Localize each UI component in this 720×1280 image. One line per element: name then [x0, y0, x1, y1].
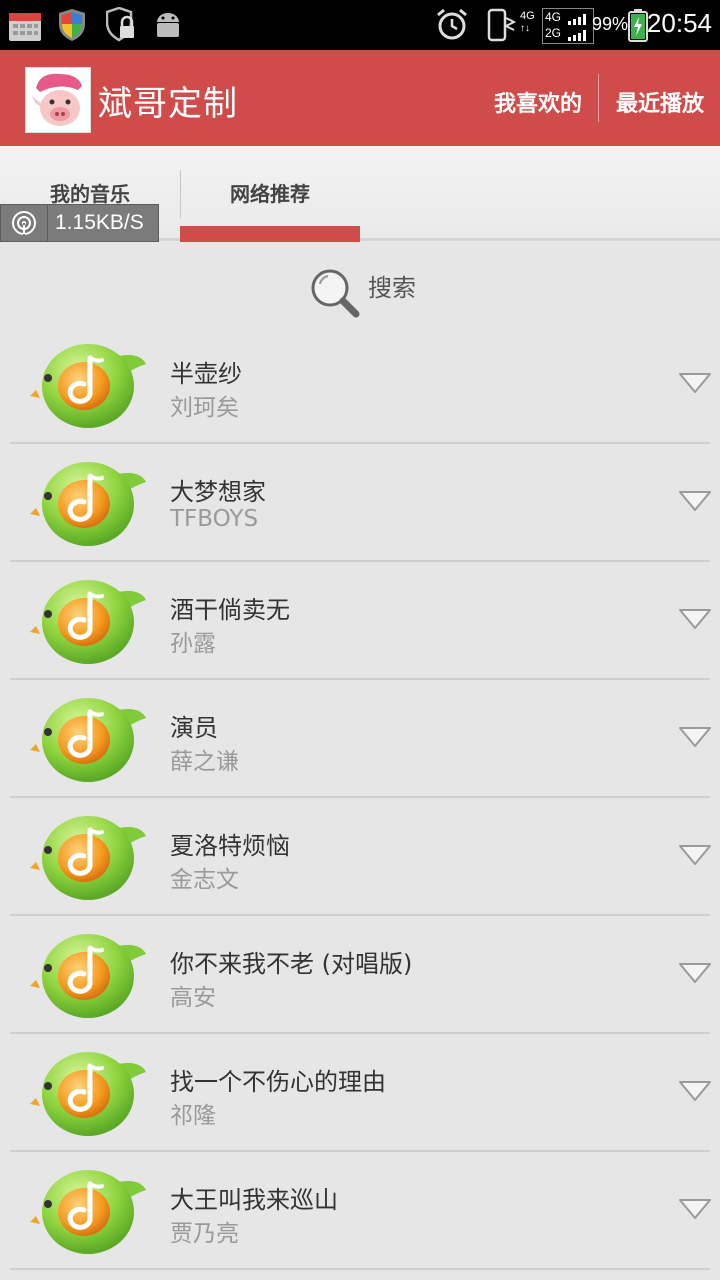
- appbar-divider: [598, 74, 599, 122]
- song-artist: 贾乃亮: [170, 1221, 239, 1247]
- app-title: 斌哥定制: [98, 84, 238, 124]
- song-title: 找一个不伤心的理由: [170, 1068, 386, 1096]
- song-artist: 刘珂矣: [170, 395, 239, 421]
- chevron-down-icon[interactable]: [678, 1198, 712, 1222]
- search-button[interactable]: 搜索: [308, 266, 428, 322]
- search-icon: [311, 269, 360, 318]
- signal-bars-icon: [568, 14, 586, 41]
- song-artist: 孙露: [170, 631, 216, 657]
- clock: 20:54: [646, 8, 712, 38]
- shield-icon: [59, 9, 85, 41]
- chevron-down-icon[interactable]: [678, 608, 712, 632]
- alarm-icon: [437, 8, 467, 40]
- active-tab-indicator: [180, 226, 360, 242]
- song-row[interactable]: 半壶纱 刘珂矣: [0, 326, 720, 444]
- music-bird-icon: [30, 934, 146, 1018]
- music-bird-icon: [30, 344, 146, 428]
- app-bar: 斌哥定制 我喜欢的 最近播放: [0, 50, 720, 146]
- speed-icon-container: [1, 205, 48, 241]
- song-row[interactable]: 大王叫我来巡山 贾乃亮: [0, 1152, 720, 1270]
- song-row[interactable]: 你不来我不老 (对唱版) 高安: [0, 916, 720, 1034]
- network-type-label: 4G ↑↓: [520, 10, 535, 34]
- song-list: 半壶纱 刘珂矣 大梦想家 TFBOYS 酒干倘卖无 孙露 演员 薛之谦 夏洛特烦…: [0, 326, 720, 1270]
- song-title: 半壶纱: [170, 360, 242, 388]
- song-title: 你不来我不老 (对唱版): [170, 950, 413, 978]
- search-label: 搜索: [368, 274, 416, 302]
- song-artist: 薛之谦: [170, 749, 239, 775]
- song-row[interactable]: 大梦想家 TFBOYS: [0, 444, 720, 562]
- chevron-down-icon[interactable]: [678, 1080, 712, 1104]
- song-row[interactable]: 找一个不伤心的理由 祁隆: [0, 1034, 720, 1152]
- song-row[interactable]: 演员 薛之谦: [0, 680, 720, 798]
- song-title: 大梦想家: [170, 478, 266, 506]
- network-type-top: 4G: [520, 10, 535, 22]
- song-artist: TFBOYS: [170, 506, 259, 532]
- security-lock-icon: [106, 7, 134, 42]
- favorites-button[interactable]: 我喜欢的: [494, 86, 582, 118]
- chevron-down-icon[interactable]: [678, 490, 712, 514]
- signal-label-bottom: 2G: [545, 26, 562, 40]
- network-speed-text: 1.15KB/S: [55, 211, 144, 234]
- song-artist: 高安: [170, 985, 216, 1011]
- row-divider: [10, 1268, 710, 1270]
- avatar[interactable]: [25, 67, 91, 133]
- chevron-down-icon[interactable]: [678, 372, 712, 396]
- music-bird-icon: [30, 1052, 146, 1136]
- chevron-down-icon[interactable]: [678, 726, 712, 750]
- song-row[interactable]: 酒干倘卖无 孙露: [0, 562, 720, 680]
- status-bar: 4G ↑↓ 4G 2G 99% 20:54: [0, 0, 720, 50]
- music-bird-icon: [30, 1170, 146, 1254]
- battery-percent: 99%: [591, 14, 628, 34]
- song-artist: 祁隆: [170, 1103, 216, 1129]
- music-bird-icon: [30, 580, 146, 664]
- vibrate-phone-icon: [487, 8, 516, 42]
- chevron-down-icon[interactable]: [678, 962, 712, 986]
- music-bird-icon: [30, 698, 146, 782]
- song-title: 酒干倘卖无: [170, 596, 290, 624]
- network-speed-badge: 1.15KB/S: [0, 204, 159, 242]
- pig-avatar-icon: [26, 68, 90, 132]
- signal-label-top: 4G: [545, 10, 562, 24]
- signal-indicator: 4G 2G: [542, 8, 594, 44]
- music-bird-icon: [30, 462, 146, 546]
- song-row[interactable]: 夏洛特烦恼 金志文: [0, 798, 720, 916]
- android-icon: [157, 13, 179, 37]
- battery-charging-icon: [628, 9, 648, 42]
- chevron-down-icon[interactable]: [678, 844, 712, 868]
- song-artist: 金志文: [170, 867, 239, 893]
- song-title: 大王叫我来巡山: [170, 1186, 338, 1214]
- calendar-icon: [9, 13, 41, 41]
- broadcast-icon: [12, 211, 36, 235]
- music-bird-icon: [30, 816, 146, 900]
- song-title: 夏洛特烦恼: [170, 832, 290, 860]
- song-title: 演员: [170, 714, 218, 742]
- recent-plays-button[interactable]: 最近播放: [616, 86, 704, 118]
